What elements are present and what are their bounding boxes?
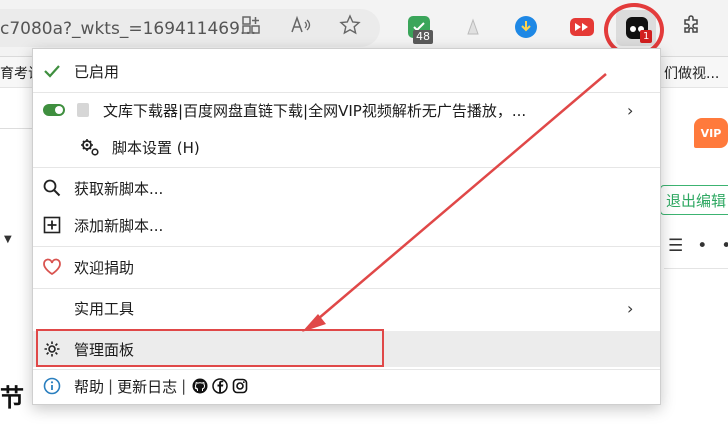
search-icon bbox=[41, 177, 63, 199]
extensions-puzzle-icon[interactable] bbox=[680, 14, 702, 36]
donate-label: 欢迎捐助 bbox=[74, 258, 135, 277]
menu-item-donate[interactable]: 欢迎捐助 bbox=[33, 253, 660, 281]
menu-item-help: 帮助 | 更新日志 | bbox=[33, 372, 660, 400]
changelog-link[interactable]: 更新日志 bbox=[117, 376, 177, 397]
menu-item-get-new-script[interactable]: 获取新脚本... bbox=[33, 174, 660, 202]
utilities-label: 实用工具 bbox=[74, 299, 135, 318]
script-settings-label: 脚本设置 (H) bbox=[112, 138, 200, 157]
page-heading-fragment: 节 bbox=[0, 384, 24, 412]
download-extension-icon[interactable] bbox=[515, 16, 537, 38]
enabled-label: 已启用 bbox=[74, 62, 120, 81]
page-divider bbox=[0, 128, 34, 129]
gears-icon bbox=[79, 136, 101, 158]
feather-extension-icon[interactable] bbox=[462, 16, 484, 38]
github-icon[interactable] bbox=[192, 378, 208, 394]
vip-icon[interactable]: VIP bbox=[694, 118, 728, 148]
script-name: 文库下载器|百度网盘直链下载|全网VIP视频解析无广告播放，... bbox=[103, 101, 527, 120]
extension-count-badge: 48 bbox=[413, 30, 433, 44]
address-bar[interactable]: c7080a?_wkts_=169411469... bbox=[0, 9, 380, 47]
info-icon bbox=[41, 375, 63, 397]
separator-text: | bbox=[181, 377, 187, 395]
video-extension-icon[interactable] bbox=[570, 18, 594, 36]
exit-edit-button[interactable]: 退出编辑 bbox=[660, 185, 728, 215]
menu-separator bbox=[33, 246, 660, 247]
heart-icon bbox=[41, 256, 63, 278]
instagram-icon[interactable] bbox=[232, 378, 248, 394]
add-new-script-label: 添加新脚本... bbox=[74, 216, 164, 235]
chevron-right-icon: › bbox=[627, 298, 634, 318]
menu-item-enabled[interactable]: 已启用 bbox=[33, 57, 660, 85]
menu-item-utilities[interactable]: 实用工具 › bbox=[33, 294, 660, 322]
menu-separator bbox=[33, 369, 660, 370]
menu-separator bbox=[33, 167, 660, 168]
chevron-right-icon: › bbox=[627, 100, 634, 120]
menu-item-script[interactable]: 文库下载器|百度网盘直链下载|全网VIP视频解析无广告播放，... › bbox=[33, 96, 660, 124]
menu-item-add-new-script[interactable]: 添加新脚本... bbox=[33, 211, 660, 239]
read-aloud-icon[interactable] bbox=[290, 14, 312, 36]
facebook-icon[interactable] bbox=[212, 378, 228, 394]
menu-separator bbox=[33, 92, 660, 93]
apps-icon[interactable] bbox=[240, 14, 262, 36]
annotation-highlight-box bbox=[36, 329, 384, 367]
menu-separator bbox=[33, 288, 660, 289]
favorite-star-icon[interactable] bbox=[339, 14, 361, 36]
check-icon bbox=[41, 60, 63, 82]
script-file-icon bbox=[77, 103, 89, 117]
separator-text: | bbox=[108, 377, 114, 395]
script-toggle[interactable] bbox=[43, 104, 65, 116]
bookmark-item-right[interactable]: 们做视... bbox=[664, 63, 719, 83]
get-new-script-label: 获取新脚本... bbox=[74, 179, 164, 198]
page-divider-right bbox=[664, 268, 728, 269]
help-link[interactable]: 帮助 bbox=[74, 376, 104, 397]
url-text[interactable]: c7080a?_wkts_=169411469... bbox=[0, 19, 256, 39]
dropdown-caret-icon[interactable]: ▼ bbox=[4, 234, 12, 245]
menu-item-script-settings[interactable]: 脚本设置 (H) bbox=[33, 133, 660, 161]
plus-square-icon bbox=[41, 214, 63, 236]
list-more-icons[interactable]: ☰•• bbox=[668, 236, 728, 256]
